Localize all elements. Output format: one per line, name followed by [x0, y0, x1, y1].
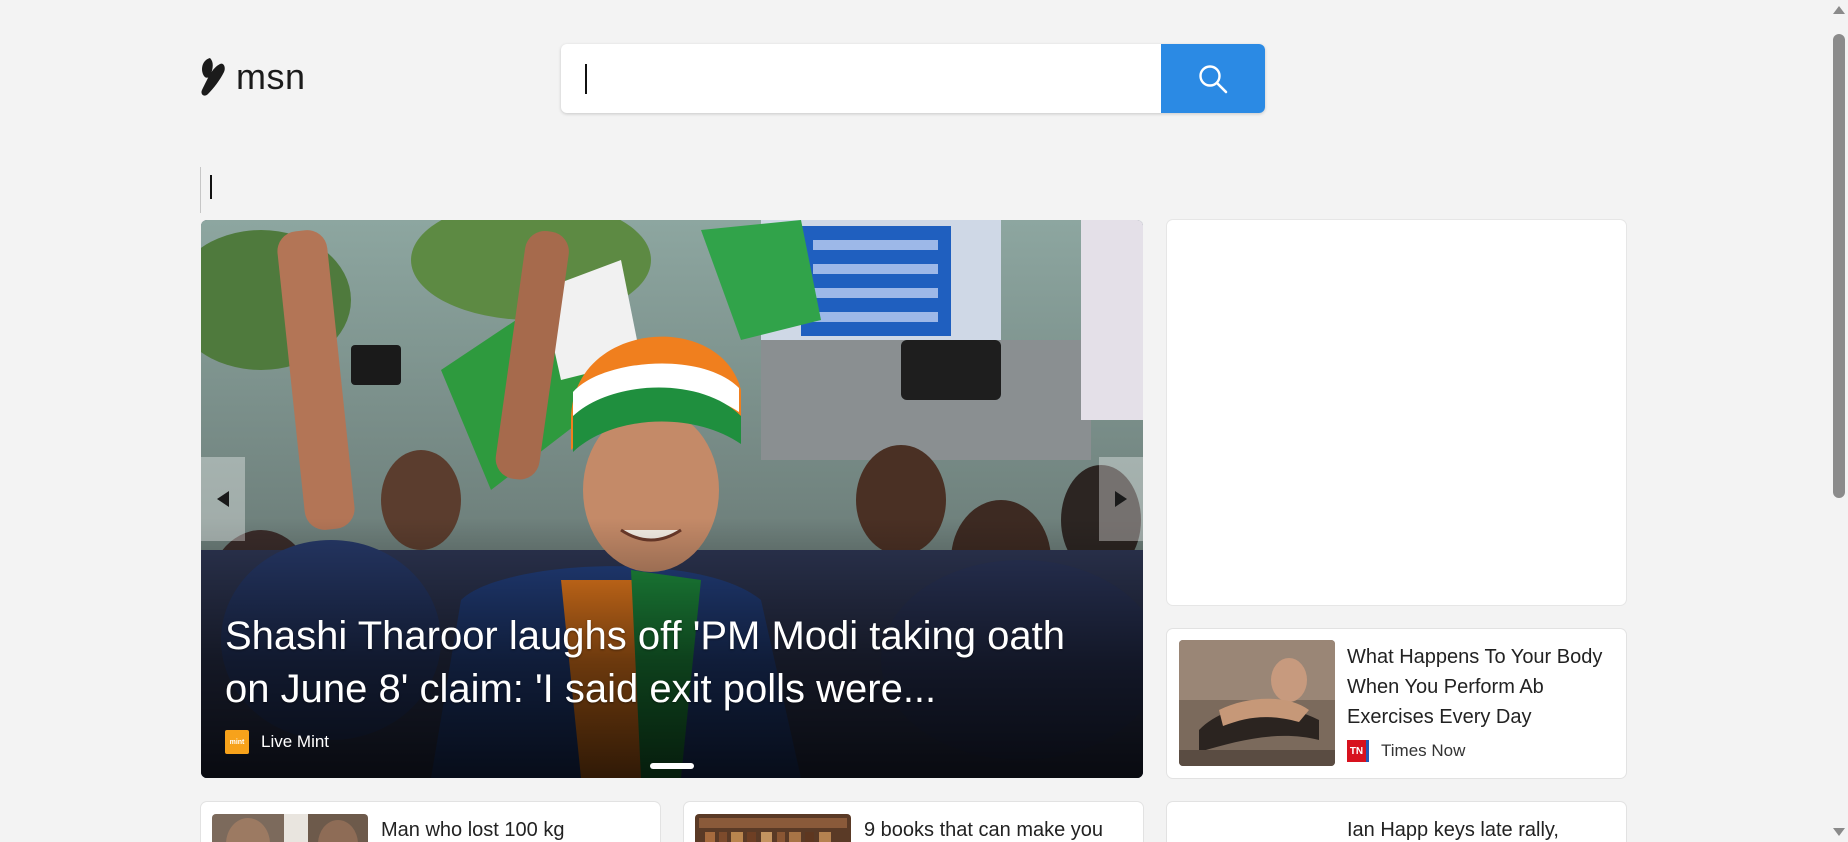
logo-text: msn	[236, 56, 306, 97]
page-scrollbar[interactable]	[1830, 0, 1848, 842]
scroll-up-arrow-icon[interactable]	[1833, 6, 1845, 14]
chevron-right-icon	[1115, 491, 1127, 507]
news-card-source: TN Times Now	[1347, 740, 1465, 762]
hero-source-name: Live Mint	[261, 732, 330, 751]
scrollbar-thumb[interactable]	[1833, 34, 1845, 498]
news-card-source-name: Times Now	[1381, 741, 1466, 760]
news-card-title: Man who lost 100 kg	[381, 819, 565, 841]
news-card-thumbnail	[1179, 640, 1335, 766]
times-now-logo: TN	[1347, 740, 1369, 762]
text-caret	[585, 64, 587, 94]
live-mint-logo-text: mint	[229, 738, 245, 746]
search-box	[561, 44, 1265, 113]
scroll-down-arrow-icon[interactable]	[1833, 828, 1845, 836]
news-card-title: Ian Happ keys late rally,	[1347, 819, 1559, 841]
search-button[interactable]	[1161, 44, 1265, 113]
msn-butterfly-icon	[201, 58, 225, 96]
news-card-thumbnail	[695, 814, 851, 842]
live-mint-logo: mint	[225, 730, 249, 754]
focus-caret	[210, 175, 212, 199]
hero-carousel[interactable]: Shashi Tharoor laughs off 'PM Modi takin…	[201, 220, 1143, 778]
news-card-title: 9 books that can make you	[864, 819, 1104, 841]
ad-placeholder	[1167, 220, 1626, 605]
carousel-prev-button[interactable]	[201, 457, 245, 541]
search-input[interactable]	[561, 44, 1161, 113]
section-divider	[200, 167, 201, 213]
hero-headline[interactable]: Shashi Tharoor laughs off 'PM Modi takin…	[225, 610, 1103, 716]
search-icon	[1199, 64, 1228, 93]
chevron-left-icon	[217, 491, 229, 507]
news-card-thumbnail	[212, 814, 368, 842]
news-card[interactable]: Man who lost 100 kg	[201, 802, 660, 842]
news-card[interactable]: 9 books that can make you	[684, 802, 1143, 842]
news-card[interactable]: Ian Happ keys late rally,	[1167, 802, 1626, 842]
msn-logo[interactable]: msn	[198, 56, 306, 98]
carousel-indicator-active[interactable]	[650, 763, 694, 769]
news-card-title: What Happens To Your Body When You Perfo…	[1347, 646, 1603, 728]
hero-source[interactable]: mint Live Mint	[225, 730, 329, 754]
msn-page: msn Shashi Tharoor laughs off 'PM Modi t…	[0, 0, 1848, 842]
times-now-logo-text: TN	[1349, 745, 1364, 757]
carousel-next-button[interactable]	[1099, 457, 1143, 541]
news-card[interactable]: What Happens To Your Body When You Perfo…	[1167, 629, 1626, 778]
